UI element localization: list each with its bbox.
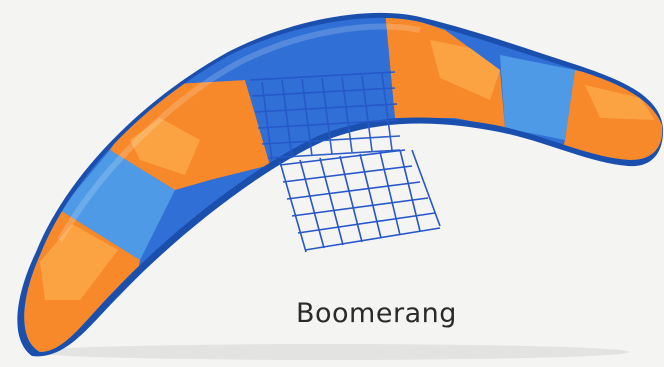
segment-blue-6 bbox=[500, 55, 575, 140]
segment-orange-7 bbox=[560, 70, 663, 170]
caption-label: Boomerang bbox=[296, 298, 457, 329]
ground-shadow bbox=[30, 344, 630, 360]
wireframe-grid-hanging bbox=[279, 149, 441, 253]
